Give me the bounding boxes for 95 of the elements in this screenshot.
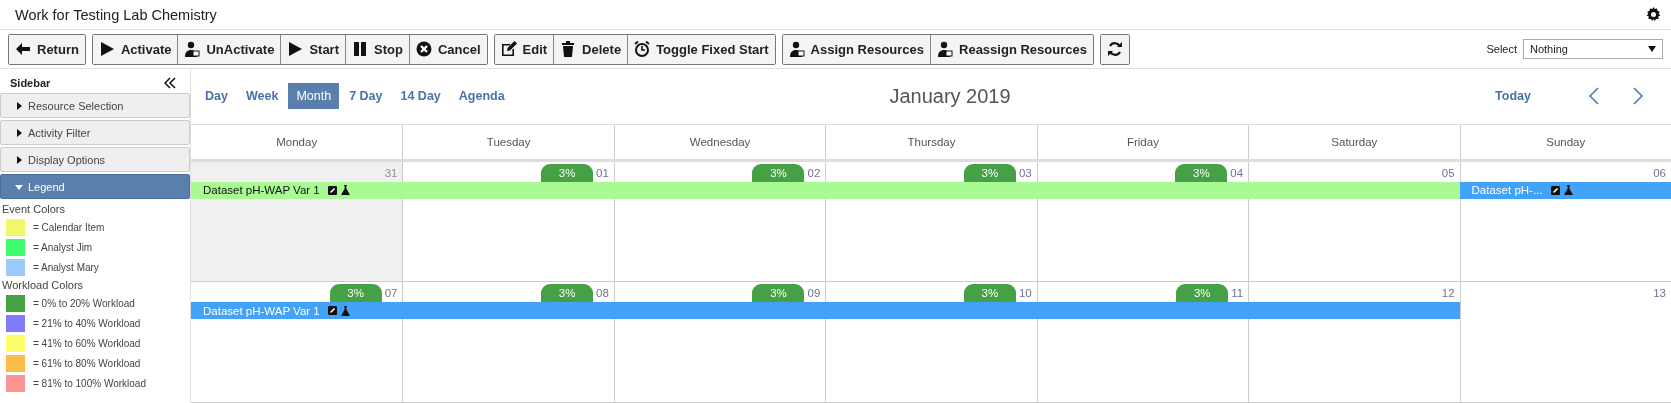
cancel-icon <box>415 41 432 57</box>
person-icon <box>788 41 805 57</box>
select-dropdown[interactable]: Nothing <box>1523 39 1663 59</box>
workload-badge: 3% <box>541 284 594 303</box>
caret-right-icon <box>15 155 23 164</box>
toolbar-button[interactable]: Edit <box>494 34 554 64</box>
sidebar-title: Sidebar <box>10 77 51 89</box>
toolbar-button[interactable]: Return <box>9 34 85 64</box>
view-tab[interactable]: Agenda <box>450 83 513 110</box>
flask-icon <box>1563 185 1573 196</box>
edit-icon <box>327 185 337 195</box>
legend-label: = Calendar Item <box>33 221 105 233</box>
weekday-header: Wednesday <box>689 135 751 148</box>
day-number[interactable]: 03 <box>1018 166 1032 182</box>
sidebar-section[interactable]: Display Options <box>0 147 190 172</box>
workload-badge: 3% <box>752 163 805 182</box>
sidebar-section[interactable]: Resource Selection <box>0 93 190 118</box>
view-tab[interactable]: 7 Day <box>341 83 391 110</box>
refresh-icon <box>1106 41 1123 57</box>
month-title: January 2019 <box>888 84 1012 108</box>
day-number[interactable]: 05 <box>1441 166 1455 182</box>
day-number[interactable]: 04 <box>1230 166 1244 182</box>
play-icon <box>287 41 304 57</box>
workload-badge: 3% <box>963 163 1016 182</box>
flask-icon <box>340 185 350 196</box>
alarm-clock-icon <box>634 41 651 57</box>
toolbar-button[interactable]: UnActivate <box>177 34 281 64</box>
caret-down-icon <box>15 182 23 191</box>
workload-badge: 3% <box>752 284 805 303</box>
toolbar-button[interactable]: Activate <box>92 34 178 64</box>
toolbar-button[interactable]: Toggle Fixed Start <box>627 34 775 64</box>
weekday-header: Sunday <box>1546 135 1586 148</box>
workload-badge: 3% <box>1176 284 1229 303</box>
day-number[interactable]: 06 <box>1653 166 1666 182</box>
toolbar-button[interactable]: Delete <box>553 34 628 64</box>
toolbar-button[interactable]: Start <box>280 34 345 64</box>
legend-label: = 81% to 100% Workload <box>33 377 146 389</box>
next-icon[interactable] <box>1633 87 1643 106</box>
day-number[interactable]: 08 <box>596 287 609 303</box>
toolbar-button[interactable]: Stop <box>345 34 409 64</box>
legend-label: = 0% to 20% Workload <box>33 297 135 309</box>
legend-label: = 61% to 80% Workload <box>33 357 141 369</box>
flask-icon <box>340 305 350 316</box>
view-tab[interactable]: Day <box>197 83 236 110</box>
workload-badge: 3% <box>329 284 382 303</box>
refresh-button[interactable] <box>1100 34 1129 64</box>
caret-right-icon <box>15 101 23 110</box>
trash-icon <box>560 41 577 57</box>
edit-icon <box>1550 185 1560 195</box>
legend-label: = Analyst Mary <box>33 261 99 273</box>
legend-heading: Workload Colors <box>1 278 85 293</box>
day-number[interactable]: 01 <box>596 166 609 182</box>
settings-icon[interactable] <box>1646 7 1661 22</box>
weekday-header: Monday <box>276 135 318 148</box>
weekday-header: Saturday <box>1331 135 1378 148</box>
day-number[interactable]: 13 <box>1653 287 1666 303</box>
sidebar-section[interactable]: Legend <box>0 174 190 199</box>
edit-icon <box>327 306 337 316</box>
day-number[interactable]: 11 <box>1231 287 1244 303</box>
view-tab[interactable]: Week <box>237 83 287 110</box>
toolbar-button[interactable]: Reassign Resources <box>930 34 1093 64</box>
weekday-header: Tuesday <box>486 135 531 148</box>
workload-badge: 3% <box>963 284 1016 303</box>
arrow-left-icon <box>15 41 31 57</box>
toolbar-button[interactable]: Cancel <box>408 34 487 64</box>
view-tab[interactable]: Month <box>288 83 340 110</box>
toolbar-button[interactable]: Assign Resources <box>782 34 930 64</box>
select-label: Select <box>1486 43 1517 55</box>
workload-badge: 3% <box>541 163 594 182</box>
day-number[interactable]: 31 <box>384 166 398 182</box>
edit-icon <box>500 41 517 57</box>
previous-icon[interactable] <box>1589 87 1599 106</box>
play-icon <box>98 41 115 57</box>
day-number[interactable]: 12 <box>1441 287 1455 303</box>
day-number[interactable]: 09 <box>807 287 821 303</box>
day-number[interactable]: 02 <box>807 166 821 182</box>
window-title: Work for Testing Lab Chemistry <box>15 6 217 23</box>
legend-label: = Analyst Jim <box>33 241 93 253</box>
caret-right-icon <box>15 128 23 137</box>
today-button[interactable]: Today <box>1489 88 1537 105</box>
day-number[interactable]: 07 <box>384 287 398 303</box>
legend-label: = 21% to 40% Workload <box>33 317 141 329</box>
pause-icon <box>352 41 368 57</box>
weekday-header: Friday <box>1126 135 1159 148</box>
day-number[interactable]: 10 <box>1018 287 1032 303</box>
legend-label: = 41% to 60% Workload <box>33 337 141 349</box>
workload-badge: 3% <box>1175 163 1228 182</box>
dropdown-caret-icon <box>1648 46 1656 52</box>
legend-heading: Event Colors <box>1 202 66 217</box>
collapse-icon[interactable] <box>164 77 176 89</box>
person-icon <box>184 41 201 57</box>
weekday-header: Thursday <box>907 135 956 148</box>
person-icon <box>937 41 953 57</box>
view-tab[interactable]: 14 Day <box>392 83 449 110</box>
sidebar-section[interactable]: Activity Filter <box>0 120 190 145</box>
